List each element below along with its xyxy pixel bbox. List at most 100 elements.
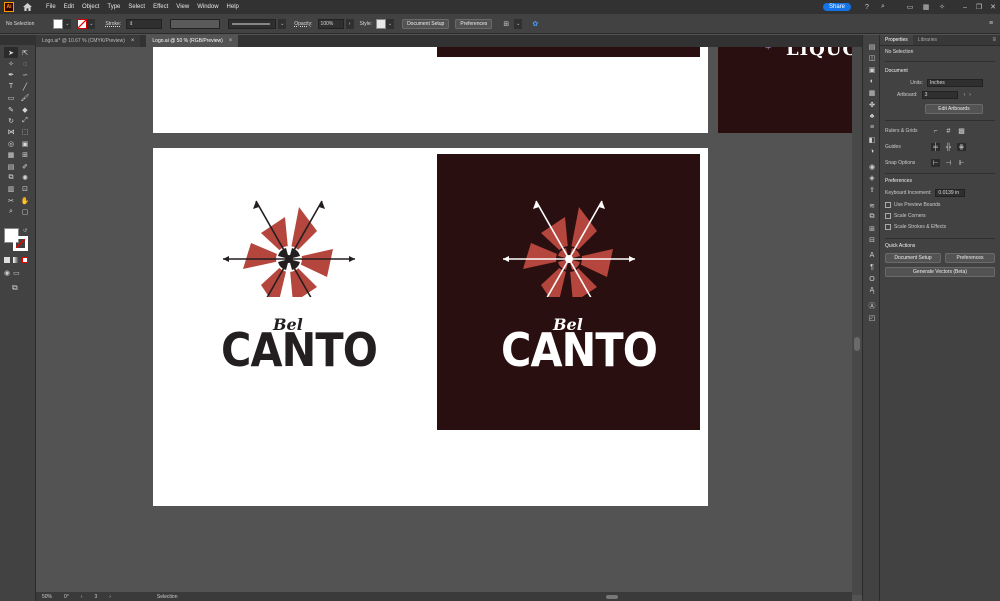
artboard-top[interactable] bbox=[153, 47, 708, 133]
vertical-scrollbar[interactable] bbox=[852, 47, 862, 595]
asset-export-panel-icon[interactable]: ⇪ bbox=[863, 184, 881, 196]
column-graph-tool-icon[interactable]: ▥ bbox=[4, 184, 18, 195]
workspace-icon[interactable]: ▭ bbox=[905, 2, 915, 12]
search-icon[interactable]: ⌕ bbox=[878, 2, 888, 12]
selection-tool-icon[interactable]: ➤ bbox=[4, 47, 18, 59]
menu-file[interactable]: File bbox=[42, 0, 60, 14]
layers-stack-icon[interactable]: ≋ bbox=[863, 200, 881, 212]
artboard-number-field[interactable]: 3 bbox=[94, 594, 97, 600]
direct-selection-tool-icon[interactable]: ⇱ bbox=[18, 47, 32, 58]
eyedropper-tool-icon[interactable]: ✐ bbox=[18, 161, 32, 172]
tab-properties[interactable]: Properties bbox=[880, 35, 913, 45]
graphic-styles-panel-icon[interactable]: ◈ bbox=[863, 173, 881, 185]
rotation-field[interactable]: 0° bbox=[64, 594, 69, 600]
transparency-grid-icon[interactable]: ▩ bbox=[957, 127, 966, 135]
paragraph-panel-icon[interactable]: ¶ bbox=[863, 262, 881, 274]
scale-strokes-row[interactable]: Scale Strokes & Effects bbox=[885, 224, 995, 230]
curvature-tool-icon[interactable]: ∽ bbox=[18, 70, 32, 81]
minimize-button[interactable]: – bbox=[958, 4, 972, 11]
edit-toolbar-icon[interactable]: ⧉ bbox=[12, 283, 18, 293]
menu-view[interactable]: View bbox=[172, 0, 193, 14]
symbols-panel-icon[interactable]: ♣ bbox=[863, 111, 881, 123]
free-transform-tool-icon[interactable]: ⬚ bbox=[18, 127, 32, 138]
menu-select[interactable]: Select bbox=[124, 0, 149, 14]
lock-guides-icon[interactable]: ╬ bbox=[944, 143, 953, 151]
menu-effect[interactable]: Effect bbox=[149, 0, 172, 14]
preferences-button[interactable]: Preferences bbox=[945, 253, 995, 263]
use-preview-bounds-checkbox[interactable] bbox=[885, 202, 891, 208]
line-tool-icon[interactable]: ╱ bbox=[18, 81, 32, 92]
rulers-icon[interactable]: ⌐ bbox=[931, 127, 940, 135]
menu-type[interactable]: Type bbox=[103, 0, 124, 14]
next-artboard-icon[interactable]: › bbox=[109, 594, 111, 600]
scale-strokes-checkbox[interactable] bbox=[885, 224, 891, 230]
tab-logo-cmyk[interactable]: Logo.ai* @ 10.67 % (CMYK/Preview) × bbox=[36, 35, 141, 47]
dark-background-top[interactable] bbox=[437, 47, 700, 57]
rectangle-tool-icon[interactable]: ▭ bbox=[4, 93, 18, 104]
menu-window[interactable]: Window bbox=[193, 0, 222, 14]
stroke-weight-field[interactable]: ⇕ bbox=[126, 18, 163, 29]
snap-to-glyph-icon[interactable]: ⊩ bbox=[957, 159, 966, 167]
snap-to-pixel-icon[interactable]: ⊣ bbox=[944, 159, 953, 167]
help-icon[interactable]: ? bbox=[862, 2, 872, 12]
lasso-tool-icon[interactable]: ◌ bbox=[18, 58, 32, 69]
variable-width-field[interactable] bbox=[170, 18, 221, 29]
hand-tool-icon[interactable]: ✋ bbox=[18, 195, 32, 206]
print-tiling-tool-icon[interactable]: ▢ bbox=[18, 206, 32, 217]
opacity-arrow-icon[interactable]: › bbox=[345, 18, 354, 29]
gradient-tool-icon[interactable]: ▤ bbox=[4, 161, 18, 172]
layers-panel-icon[interactable]: ◫ bbox=[863, 53, 881, 65]
home-icon[interactable] bbox=[20, 1, 34, 13]
artboard-prev-icon[interactable]: ‹ bbox=[964, 92, 966, 98]
brushes-panel-icon[interactable]: ✤ bbox=[863, 99, 881, 111]
transparency-panel-icon[interactable]: ◑ bbox=[863, 145, 881, 157]
menu-help[interactable]: Help bbox=[223, 0, 243, 14]
pen-tool-icon[interactable]: ✒ bbox=[4, 70, 18, 81]
tab-libraries[interactable]: Libraries bbox=[913, 35, 942, 45]
generate-vectors-button[interactable]: Generate Vectors (Beta) bbox=[885, 267, 995, 277]
opentype-panel-icon[interactable]: O bbox=[863, 273, 881, 285]
perspective-grid-tool-icon[interactable]: ▦ bbox=[4, 150, 18, 161]
logo-light-version[interactable]: Bel CANTO bbox=[219, 197, 378, 387]
slice-tool-icon[interactable]: ✂ bbox=[4, 195, 18, 206]
stroke-panel-icon[interactable]: ≡ bbox=[863, 122, 881, 134]
keyboard-increment-field[interactable]: 0.0139 in bbox=[935, 189, 966, 197]
screen-mode-icon[interactable]: ▭ bbox=[13, 269, 20, 277]
document-setup-button[interactable]: Document Setup bbox=[402, 18, 450, 29]
scale-corners-row[interactable]: Scale Corners bbox=[885, 213, 995, 219]
opacity-label[interactable]: Opacity: bbox=[294, 21, 312, 27]
grid-icon[interactable]: # bbox=[944, 127, 953, 135]
blend-tool-icon[interactable]: ⧉ bbox=[4, 172, 18, 183]
shaper-tool-icon[interactable]: ✎ bbox=[4, 104, 18, 115]
menu-object[interactable]: Object bbox=[78, 0, 103, 14]
stroke-swatch[interactable] bbox=[77, 18, 88, 29]
appearance-panel-icon[interactable]: ◉ bbox=[863, 161, 881, 173]
symbol-sprayer-tool-icon[interactable]: ✺ bbox=[18, 172, 32, 183]
artboard-field[interactable]: 3 bbox=[921, 91, 958, 99]
gradient-icon[interactable] bbox=[13, 257, 19, 263]
draw-normal-icon[interactable]: ◉ bbox=[4, 269, 10, 277]
snap-to-point-icon[interactable]: ⊢ bbox=[931, 159, 940, 167]
canvas[interactable]: LIQUO ✶ Bel CANTO Bel CANTO bbox=[36, 47, 852, 595]
color-icon[interactable] bbox=[4, 257, 10, 263]
live-paint-tool-icon[interactable]: ▣ bbox=[18, 138, 32, 149]
artboard-tool-icon[interactable]: ⊡ bbox=[18, 184, 32, 195]
horizontal-scroll-thumb[interactable] bbox=[606, 595, 618, 599]
paintbrush-tool-icon[interactable]: 🖌 bbox=[18, 93, 32, 104]
preferences-button[interactable]: Preferences bbox=[455, 18, 493, 29]
rotate-tool-icon[interactable]: ↻ bbox=[4, 115, 18, 126]
stroke-label[interactable]: Stroke: bbox=[105, 21, 121, 27]
mesh-tool-icon[interactable]: ⊞ bbox=[18, 150, 32, 161]
artboard-next-icon[interactable]: › bbox=[969, 92, 971, 98]
opacity-field[interactable]: 100% bbox=[317, 18, 344, 29]
color-panel-icon[interactable]: ◐ bbox=[863, 76, 881, 88]
close-window-button[interactable]: ✕ bbox=[986, 3, 1000, 11]
menu-edit[interactable]: Edit bbox=[60, 0, 78, 14]
panel-menu-icon[interactable]: ≡ bbox=[986, 19, 996, 29]
stroke-dropdown-icon[interactable]: ⌄ bbox=[87, 18, 96, 29]
style-swatch[interactable] bbox=[376, 18, 387, 29]
align-panel-icon[interactable]: ⊟ bbox=[863, 235, 881, 247]
swap-fill-stroke-icon[interactable]: ↺ bbox=[23, 228, 27, 234]
shape-builder-tool-icon[interactable]: ◎ bbox=[4, 138, 18, 149]
prev-artboard-icon[interactable]: ‹ bbox=[81, 594, 83, 600]
